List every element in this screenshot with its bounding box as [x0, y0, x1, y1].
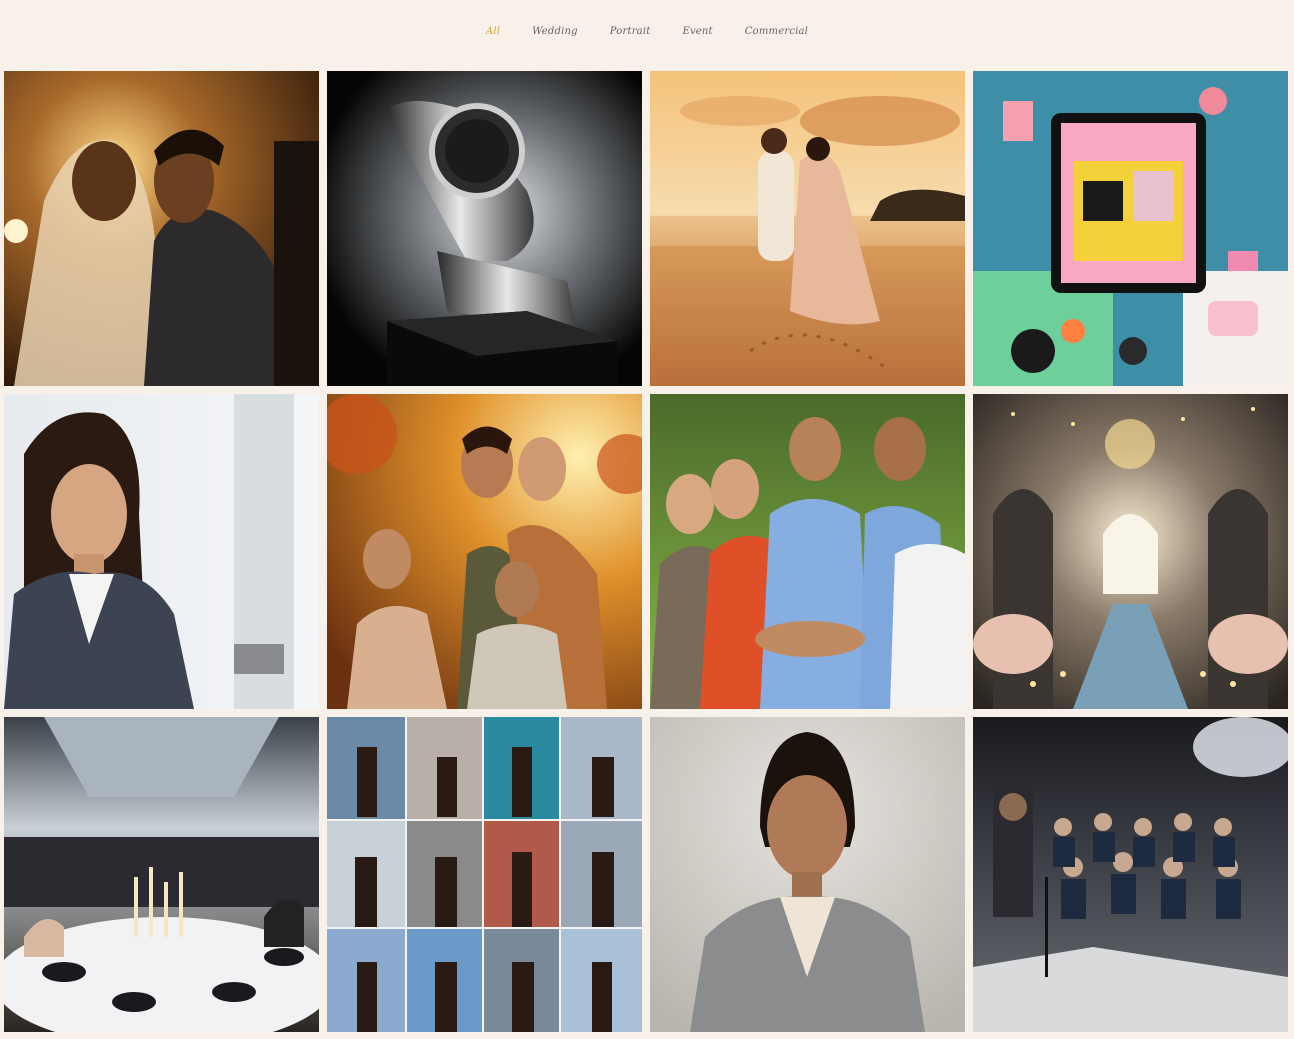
filter-all[interactable]: All	[470, 26, 516, 37]
banquet-hall-photo	[4, 717, 319, 1032]
businesswoman-portrait-photo	[4, 394, 319, 709]
gallery-grid	[4, 71, 1288, 1032]
team-celebration-photo	[650, 394, 965, 709]
fashion-collage-photo	[327, 717, 642, 1032]
beach-couple-photo	[650, 71, 965, 386]
wedding-venue-photo	[973, 394, 1288, 709]
gallery-item-fashion-collage[interactable]	[327, 717, 642, 1032]
gallery-item-banquet[interactable]	[4, 717, 319, 1032]
filter-wedding[interactable]: Wedding	[516, 26, 594, 37]
filter-nav: All Wedding Portrait Event Commercial	[0, 26, 1294, 37]
woman-grey-blazer-photo	[650, 717, 965, 1032]
gallery-item-woman-portrait[interactable]	[650, 717, 965, 1032]
filter-event[interactable]: Event	[666, 26, 728, 37]
gallery-item-conference[interactable]	[973, 717, 1288, 1032]
flatlay-products-photo	[973, 71, 1288, 386]
gallery-item-wedding-venue[interactable]	[973, 394, 1288, 709]
filter-commercial[interactable]: Commercial	[729, 26, 824, 37]
gallery-item-team[interactable]	[650, 394, 965, 709]
family-autumn-photo	[327, 394, 642, 709]
gallery-item-luxury-watch[interactable]	[327, 71, 642, 386]
luxury-watch-photo	[327, 71, 642, 386]
gallery-item-businesswoman[interactable]	[4, 394, 319, 709]
conference-speaker-photo	[973, 717, 1288, 1032]
filter-portrait[interactable]: Portrait	[594, 26, 667, 37]
wedding-couple-photo	[4, 71, 319, 386]
gallery-item-wedding-couple[interactable]	[4, 71, 319, 386]
gallery-item-beach-couple[interactable]	[650, 71, 965, 386]
gallery-item-family[interactable]	[327, 394, 642, 709]
gallery-item-flatlay[interactable]	[973, 71, 1288, 386]
